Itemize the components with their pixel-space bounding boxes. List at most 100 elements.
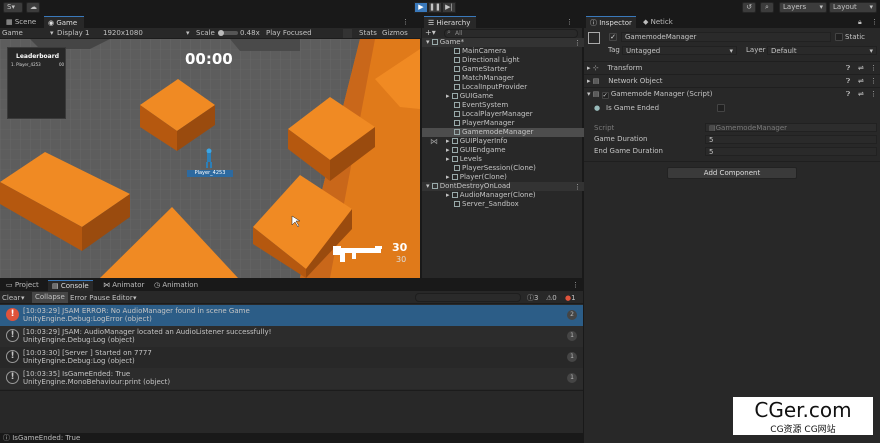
hierarchy-item[interactable]: ▸ Player(Clone)	[422, 173, 584, 182]
gameobject-icon	[454, 111, 460, 117]
display-dropdown[interactable]: Display 1	[57, 28, 89, 38]
step-button[interactable]: ▶|	[442, 2, 456, 13]
tag-dropdown[interactable]: Untagged ▾	[622, 46, 737, 55]
play-focused-dropdown[interactable]: Play Focused	[266, 28, 312, 38]
display-mode-dropdown[interactable]: Game	[2, 28, 23, 38]
hierarchy-search-input[interactable]: All	[444, 29, 578, 38]
gameobject-icon	[454, 66, 460, 72]
game-view[interactable]: Leaderboard 1. Player_4253 00 00:00 Play…	[0, 39, 420, 278]
hierarchy-panel: ☰ Hierarchy ⋮ +▾ All ⌕ ▾ Game* MainCamer…	[422, 16, 584, 278]
scene-root[interactable]: ▾ DontDestroyOnLoad	[422, 182, 584, 191]
preset-icon[interactable]: ⇌	[858, 89, 864, 99]
static-checkbox[interactable]	[835, 33, 843, 41]
console-entry[interactable]: ! [10:03:35] IsGameEnded: True UnityEngi…	[0, 368, 583, 389]
more-icon[interactable]: ⋮	[574, 39, 581, 47]
console-entry-selected[interactable]: ! [10:03:29] JSAM ERROR: No AudioManager…	[0, 305, 583, 326]
help-icon[interactable]: ❓︎	[846, 89, 850, 99]
collapse-toggle[interactable]: Collapse	[32, 292, 68, 303]
tab-netick[interactable]: ◆ Netick	[639, 16, 677, 28]
tab-game[interactable]: ◉ Game	[44, 16, 84, 28]
console-search-input[interactable]	[415, 293, 521, 302]
component-header-transform[interactable]: ▸ ⊹ Transform	[587, 63, 879, 73]
preset-icon[interactable]: ⇌	[858, 63, 864, 73]
hierarchy-item[interactable]: ▸ GUIPlayerInfo	[422, 137, 584, 146]
layers-dropdown[interactable]: Layers ▾	[779, 2, 827, 13]
console-entry[interactable]: ! [10:03:30] [Server ] Started on 7777 U…	[0, 347, 583, 368]
hierarchy-item[interactable]: Directional Light	[422, 56, 584, 65]
status-bar[interactable]: ⓘ IsGameEnded: True	[0, 433, 584, 443]
hierarchy-item[interactable]: PlayerManager	[422, 119, 584, 128]
hierarchy-item-selected[interactable]: GamemodeManager	[422, 128, 584, 137]
add-component-button[interactable]: Add Component	[667, 167, 797, 179]
console-splitter[interactable]	[0, 390, 583, 391]
add-icon[interactable]: +▾	[425, 28, 436, 37]
hierarchy-item[interactable]: ▸ GUIGame	[422, 92, 584, 101]
chevron-down-icon[interactable]: ▾	[21, 293, 25, 303]
tab-project[interactable]: ▭ Project	[2, 280, 43, 291]
component-enabled-checkbox[interactable]: ✓	[601, 92, 609, 99]
history-icon[interactable]: ↺	[742, 2, 756, 13]
clear-button[interactable]: Clear	[2, 293, 20, 303]
scale-slider-handle[interactable]	[218, 30, 224, 36]
more-icon[interactable]: ⋮	[870, 89, 877, 99]
pause-button[interactable]: ❚❚	[428, 2, 442, 13]
hierarchy-item[interactable]: ▸ AudioManager(Clone)	[422, 191, 584, 200]
error-pause-toggle[interactable]: Error Pause	[70, 293, 110, 303]
play-button[interactable]: ▶	[414, 2, 428, 13]
hierarchy-item[interactable]: LocalInputProvider	[422, 83, 584, 92]
scene-root[interactable]: ▾ Game*	[422, 38, 584, 47]
preset-icon[interactable]: ⇌	[858, 76, 864, 86]
gameobject-icon	[454, 120, 460, 126]
more-icon[interactable]: ⋮	[867, 16, 880, 28]
error-count[interactable]: ●1	[565, 293, 576, 303]
more-icon[interactable]: ⋮	[568, 280, 583, 291]
tab-inspector[interactable]: ⓘ Inspector	[586, 16, 636, 28]
tab-animator[interactable]: ⋈ Animator	[99, 280, 148, 291]
info-count[interactable]: ⓘ3	[527, 293, 538, 303]
hierarchy-item[interactable]: LocalPlayerManager	[422, 110, 584, 119]
warning-count[interactable]: ⚠︎0	[546, 293, 557, 303]
gizmos-button[interactable]: Gizmos	[382, 28, 408, 38]
tab-hierarchy[interactable]: ☰ Hierarchy	[424, 16, 476, 28]
more-icon[interactable]: ⋮	[574, 183, 581, 191]
game-duration-input[interactable]: 5	[705, 135, 877, 144]
tab-animation[interactable]: ◷ Animation	[150, 280, 202, 291]
hierarchy-item[interactable]: PlayerSession(Clone)	[422, 164, 584, 173]
console-entry[interactable]: ! [10:03:29] JSAM: AudioManager located …	[0, 326, 583, 347]
scale-slider[interactable]	[218, 30, 238, 36]
cloud-icon[interactable]: ☁	[26, 2, 40, 13]
end-game-duration-input[interactable]: 5	[705, 147, 877, 156]
component-header-gamemode-manager[interactable]: ▾ ▤ ✓ Gamemode Manager (Script)	[587, 89, 879, 99]
mute-icon[interactable]	[343, 29, 352, 38]
resolution-dropdown[interactable]: 1920x1080	[103, 28, 143, 38]
hierarchy-item[interactable]: MatchManager	[422, 74, 584, 83]
hierarchy-item[interactable]: Server_Sandbox	[422, 200, 584, 209]
hierarchy-item[interactable]: ▸ GUIEndgame	[422, 146, 584, 155]
lock-icon[interactable]: 🔒︎	[854, 16, 866, 28]
stats-button[interactable]: Stats	[359, 28, 377, 38]
tab-console[interactable]: ▤ Console	[48, 280, 93, 291]
editor-dropdown[interactable]: Editor	[112, 293, 133, 303]
more-icon[interactable]: ⋮	[562, 16, 577, 28]
gameobject-icon	[451, 156, 458, 162]
more-icon[interactable]: ⋮	[870, 63, 877, 73]
help-icon[interactable]: ❓︎	[846, 76, 850, 86]
more-icon[interactable]: ⋮	[398, 16, 413, 28]
component-header-network-object[interactable]: ▸ ▤ Network Object	[587, 76, 879, 86]
active-checkbox[interactable]: ✓	[609, 33, 617, 41]
hierarchy-item-label: Server_Sandbox	[462, 200, 519, 208]
object-name-field[interactable]: GamemodeManager	[621, 32, 831, 42]
hierarchy-item[interactable]: EventSystem	[422, 101, 584, 110]
is-game-ended-checkbox[interactable]	[717, 104, 725, 112]
help-icon[interactable]: ❓︎	[846, 63, 850, 73]
hierarchy-item[interactable]: MainCamera	[422, 47, 584, 56]
layer-dropdown[interactable]: Default ▾	[767, 46, 877, 55]
hierarchy-item[interactable]: ▸ Levels	[422, 155, 584, 164]
account-button[interactable]: S▾	[3, 2, 23, 13]
tab-scene[interactable]: ▦ Scene	[2, 16, 40, 28]
script-value: GamemodeManager	[715, 124, 787, 132]
hierarchy-item[interactable]: GameStarter	[422, 65, 584, 74]
layout-dropdown[interactable]: Layout ▾	[829, 2, 877, 13]
more-icon[interactable]: ⋮	[870, 76, 877, 86]
search-icon[interactable]: ⌕	[760, 2, 774, 13]
